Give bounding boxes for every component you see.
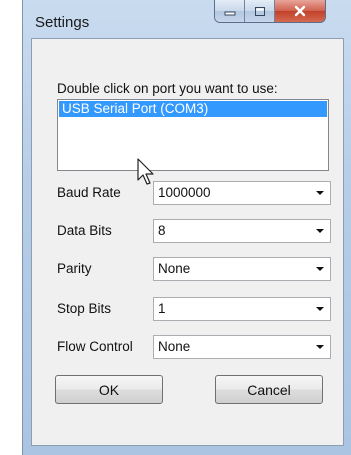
port-listbox[interactable]: USB Serial Port (COM3)	[57, 99, 329, 171]
close-icon	[294, 5, 306, 17]
settings-window: Settings Double click on port you want t…	[22, 0, 351, 455]
parity-select[interactable]: None	[153, 257, 331, 281]
data-bits-value: 8	[158, 223, 166, 238]
flow-control-value: None	[158, 339, 191, 354]
stop-bits-label: Stop Bits	[57, 301, 112, 316]
parity-value: None	[158, 261, 191, 276]
maximize-button[interactable]	[245, 0, 275, 22]
flow-control-select[interactable]: None	[153, 335, 331, 359]
data-bits-label: Data Bits	[57, 223, 112, 238]
flow-control-label: Flow Control	[57, 339, 133, 354]
window-controls	[214, 0, 326, 23]
chevron-down-icon	[316, 191, 324, 195]
chevron-down-icon	[316, 229, 324, 233]
mouse-cursor-icon	[137, 158, 154, 185]
baud-rate-select[interactable]: 1000000	[153, 181, 331, 205]
port-prompt: Double click on port you want to use:	[57, 81, 278, 96]
port-list-item[interactable]: USB Serial Port (COM3)	[59, 101, 327, 117]
baud-rate-value: 1000000	[158, 185, 211, 200]
chevron-down-icon	[316, 267, 324, 271]
close-button[interactable]	[275, 0, 325, 22]
parity-label: Parity	[57, 261, 92, 276]
window-title: Settings	[35, 14, 90, 31]
chevron-down-icon	[316, 307, 324, 311]
data-bits-select[interactable]: 8	[153, 219, 331, 243]
minimize-icon	[224, 11, 235, 16]
maximize-icon	[254, 6, 265, 16]
cancel-button[interactable]: Cancel	[215, 375, 323, 404]
stop-bits-select[interactable]: 1	[153, 297, 331, 321]
stop-bits-value: 1	[158, 301, 166, 316]
minimize-button[interactable]	[215, 0, 245, 22]
baud-rate-label: Baud Rate	[57, 185, 121, 200]
chevron-down-icon	[316, 345, 324, 349]
ok-button[interactable]: OK	[55, 375, 163, 404]
title-bar[interactable]: Settings	[23, 0, 351, 38]
